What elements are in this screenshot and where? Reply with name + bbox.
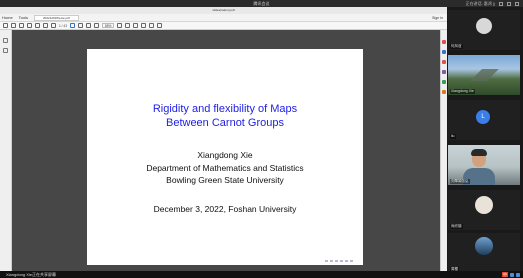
slide-title-line-2: Between Carnot Groups <box>165 117 284 129</box>
nav-symbol[interactable] <box>330 260 333 262</box>
draw-icon[interactable] <box>141 23 147 28</box>
sharing-status: Xiangdong Xie正在共享屏幕 <box>6 272 57 277</box>
meeting-title-bar: 腾讯会议 正在讲话: 惠鸿 || <box>0 0 523 7</box>
participant-name: 何凤谊 <box>450 44 463 49</box>
viewer-menu-bar: Home Tools 20221203Xiexie.pdf Sign In <box>0 14 447 22</box>
presentation-date: December 3, 2022, Foshan University <box>153 204 297 214</box>
text-tool-icon[interactable] <box>149 23 155 28</box>
create-pdf-icon[interactable] <box>442 60 446 64</box>
menu-home[interactable]: Home <box>2 15 13 20</box>
edit-pdf-icon[interactable] <box>442 50 446 54</box>
mail-icon[interactable] <box>27 23 32 28</box>
nav-symbol[interactable] <box>345 260 348 262</box>
nav-symbol[interactable] <box>350 260 353 262</box>
meeting-title: 腾讯会议 <box>253 1 270 6</box>
fit-page-icon[interactable] <box>117 23 123 28</box>
slide-title: Rigidity and flexibility of Maps Between… <box>87 102 363 130</box>
page-down-icon[interactable] <box>51 23 56 28</box>
avatar: L <box>476 110 490 124</box>
bookmark-icon[interactable] <box>3 38 8 43</box>
participant-name: liu <box>450 134 456 139</box>
avatar <box>475 237 493 255</box>
avatar <box>476 18 492 34</box>
avatar <box>475 196 493 214</box>
participant-name: 尚欣翘 <box>450 224 463 229</box>
participant-tile[interactable]: 尚欣翘 <box>448 190 520 230</box>
right-tools-rail <box>440 30 447 271</box>
save-icon[interactable] <box>3 23 8 28</box>
document-tab[interactable]: 20221203Xiexie.pdf <box>34 14 79 21</box>
search-icon[interactable] <box>35 23 40 28</box>
combine-files-icon[interactable] <box>442 80 446 84</box>
beamer-navigation[interactable] <box>325 260 353 262</box>
minimize-icon[interactable] <box>499 1 503 6</box>
speaking-status: 正在讲话: 惠鸿 || <box>465 0 495 6</box>
export-pdf-icon[interactable] <box>442 40 446 44</box>
sign-icon[interactable] <box>157 23 163 28</box>
zoom-out-icon[interactable] <box>85 23 91 28</box>
screen-share-bar: Xiangdong Xie正在共享屏幕 中 <box>0 271 523 278</box>
highlight-icon[interactable] <box>133 23 139 28</box>
author-block: Xiangdong Xie Department of Mathematics … <box>87 149 363 187</box>
hand-tool-icon[interactable] <box>77 23 83 28</box>
participant-name: Xiangdong Xie <box>450 89 475 94</box>
shared-screen: slides(ration).pdf Home Tools 20221203Xi… <box>0 7 447 271</box>
ime-indicator[interactable]: 中 <box>502 272 508 277</box>
author-university: Bowling Green State University <box>166 175 284 185</box>
author-department: Department of Mathematics and Statistics <box>146 162 304 173</box>
system-tray: 中 <box>502 272 520 277</box>
left-navigation-rail <box>0 30 12 271</box>
maximize-icon[interactable] <box>507 1 511 6</box>
zoom-in-icon[interactable] <box>93 23 99 28</box>
viewer-toolbar: 1 / 43 85% <box>0 22 447 30</box>
nav-symbol[interactable] <box>325 260 328 262</box>
close-icon[interactable] <box>515 1 519 6</box>
nav-symbol[interactable] <box>340 260 343 262</box>
participant-name: 刘翠娟张弘 <box>450 179 470 184</box>
author-name: Xiangdong Xie <box>197 150 253 160</box>
select-cursor-icon[interactable] <box>69 23 75 28</box>
print-icon[interactable] <box>19 23 24 28</box>
participant-tile[interactable]: 何凤谊 <box>448 10 520 50</box>
participant-tile[interactable]: 周樱 <box>448 233 520 273</box>
slide-title-line-1: Rigidity and flexibility of Maps <box>152 103 298 115</box>
slide-page: Rigidity and flexibility of Maps Between… <box>87 49 363 265</box>
menu-tools[interactable]: Tools <box>19 15 28 20</box>
pdf-title-bar: slides(ration).pdf <box>0 7 447 14</box>
nav-symbol[interactable] <box>335 260 338 262</box>
comment-icon[interactable] <box>125 23 131 28</box>
tray-icon[interactable] <box>516 272 520 277</box>
participant-tile[interactable]: 刘翠娟张弘 <box>448 145 520 185</box>
tray-icon[interactable] <box>510 272 514 277</box>
organize-pages-icon[interactable] <box>442 90 446 94</box>
pdf-file-name: slides(ration).pdf <box>212 8 235 12</box>
upload-icon[interactable] <box>11 23 16 28</box>
zoom-select[interactable]: 85% <box>101 23 115 28</box>
sign-in-link[interactable]: Sign In <box>432 14 443 22</box>
participant-tile[interactable]: L liu <box>448 100 520 140</box>
comment-tool-icon[interactable] <box>442 70 446 74</box>
meeting-window-controls: 正在讲话: 惠鸿 || <box>466 0 519 7</box>
page-indicator[interactable]: 1 / 43 <box>59 24 67 28</box>
page-up-icon[interactable] <box>43 23 48 28</box>
attachment-icon[interactable] <box>3 48 8 53</box>
participant-tile[interactable]: Xiangdong Xie <box>448 55 520 95</box>
